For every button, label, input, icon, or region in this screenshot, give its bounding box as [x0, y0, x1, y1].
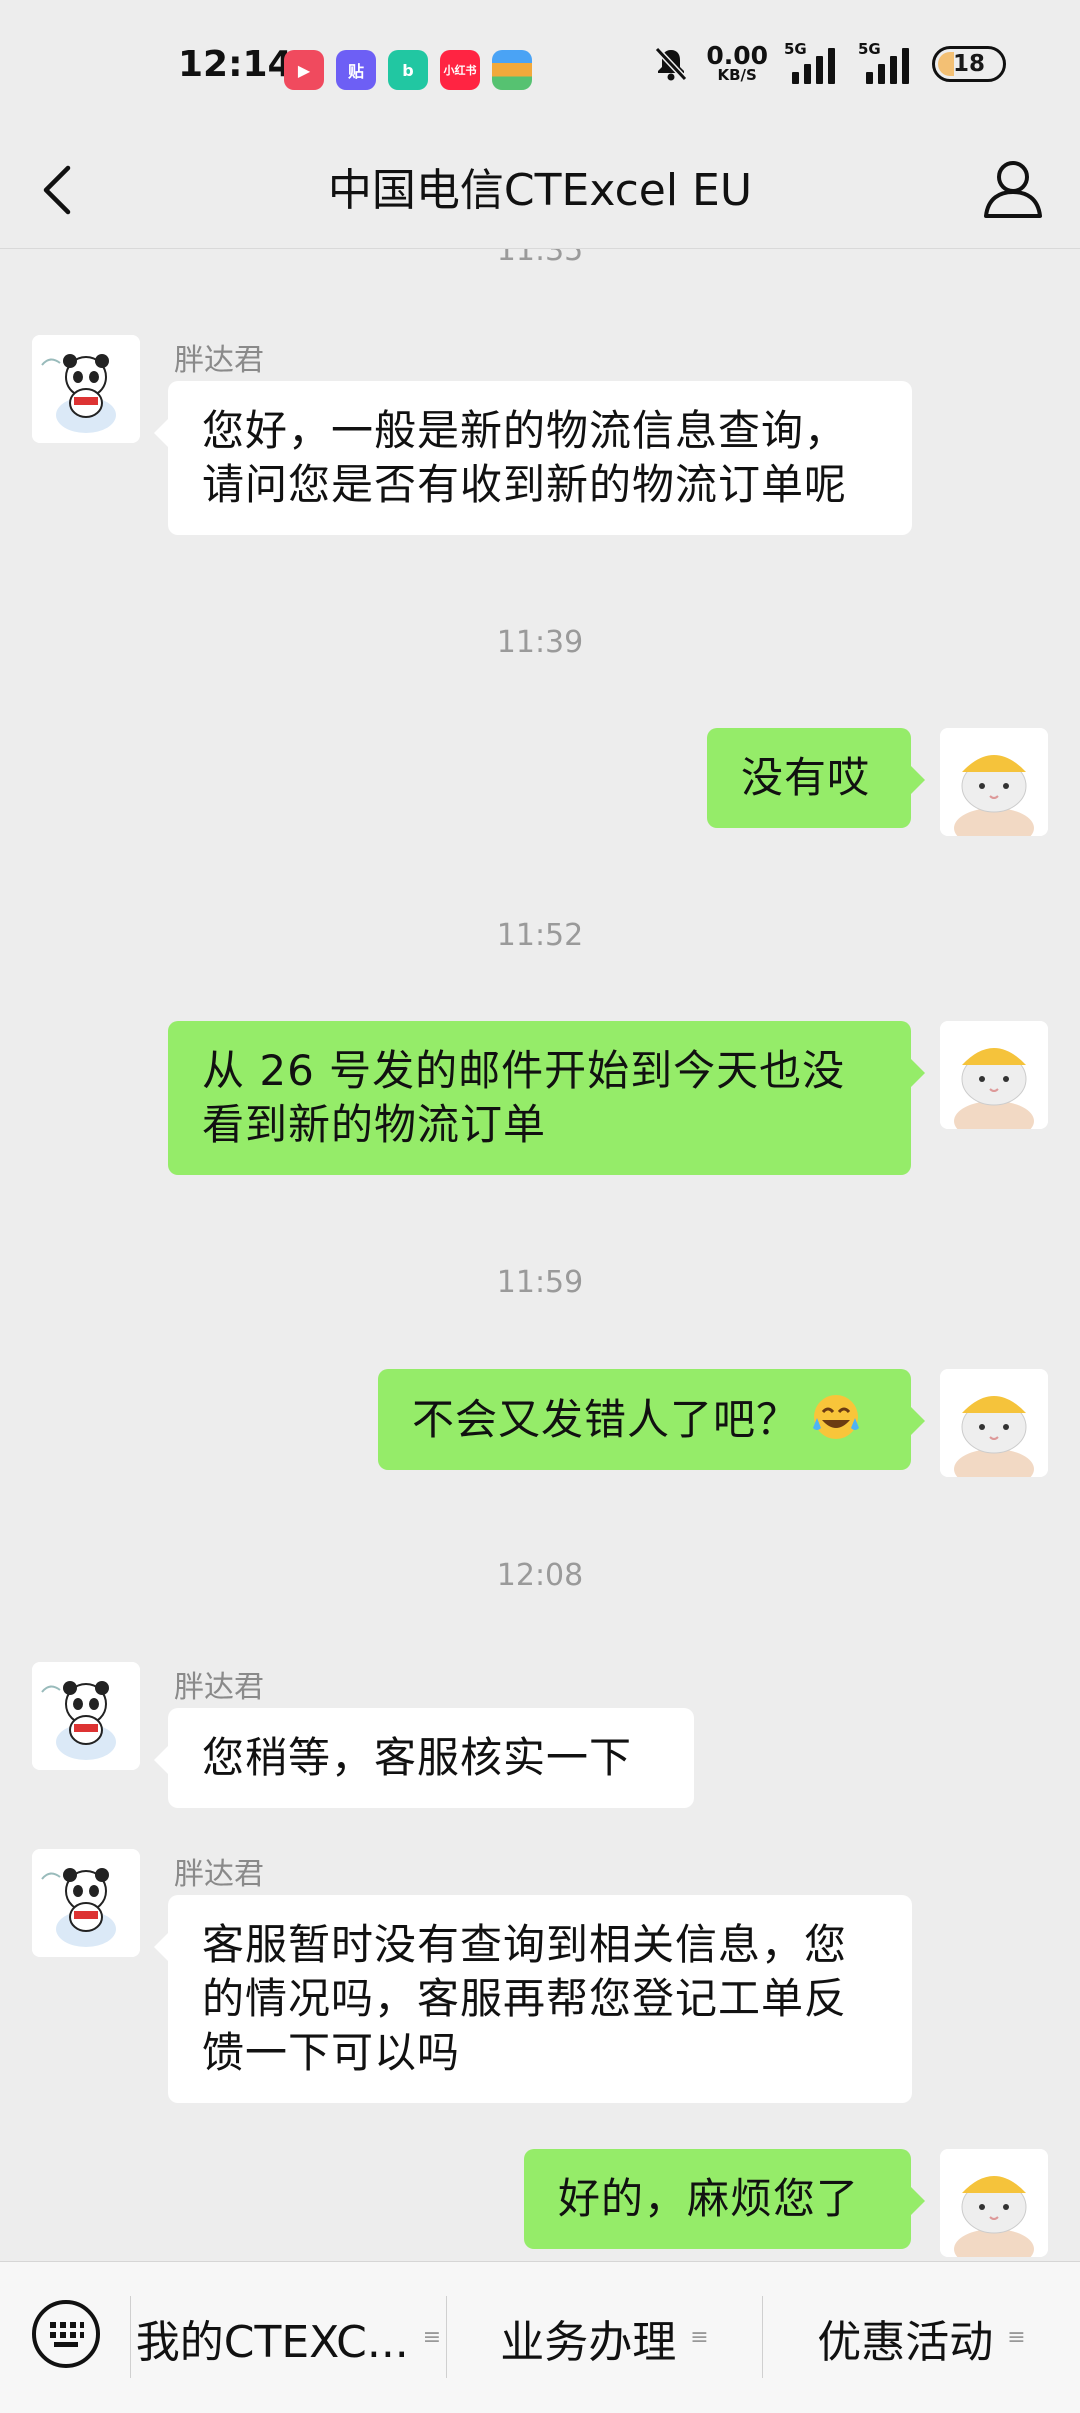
message-line: 馈一下可以吗: [202, 2028, 461, 2077]
cat-avatar[interactable]: [940, 2149, 1048, 2257]
message-line: 您好，一般是新的物流信息查询，: [202, 406, 848, 455]
panda-avatar[interactable]: [32, 335, 140, 443]
network-speed: 0.00 KB/S: [706, 43, 768, 83]
status-bar: 12:14 ▶ 贴 b 小红书 0.00 KB/S 5G 5G 18: [0, 0, 1080, 130]
chat-message-list[interactable]: 11:35 胖达君 您好，一般是新的物流信息查询， 请问您是否有收到新的物流订单…: [0, 249, 1080, 2261]
menu-item-promotions[interactable]: 优惠活动 ≡: [763, 2262, 1080, 2413]
message-line: 从 26 号发的邮件开始到今天也没: [202, 1046, 846, 1095]
cat-avatar[interactable]: [940, 728, 1048, 836]
chat-header: 中国电信CTExcel EU: [0, 130, 1080, 249]
menu-item-business[interactable]: 业务办理 ≡: [447, 2262, 762, 2413]
menu-item-label: 业务办理: [500, 2316, 677, 2368]
panda-avatar[interactable]: [32, 1662, 140, 1770]
message-line: 看到新的物流订单: [202, 1100, 547, 1149]
submenu-lines-icon: ≡: [422, 2325, 442, 2350]
message-bubble[interactable]: 客服暂时没有查询到相关信息，您 的情况吗，客服再帮您登记工单反 馈一下可以吗: [154, 1895, 912, 2103]
message-bubble[interactable]: 从 26 号发的邮件开始到今天也没 看到新的物流订单: [168, 1021, 925, 1175]
tieba-app-icon: 贴: [336, 50, 376, 90]
battery-level: 18: [952, 51, 985, 77]
timestamp: 11:39: [496, 625, 584, 660]
keyboard-toggle-icon[interactable]: [30, 2298, 102, 2370]
menu-item-my-ctexcel[interactable]: 我的CTEXC... ≡: [131, 2262, 446, 2413]
xiaohongshu-app-icon: 小红书: [440, 50, 480, 90]
signal-2-icon: 5G: [858, 40, 916, 84]
message-line: 请问您是否有收到新的物流订单呢: [202, 460, 848, 509]
status-app-icons: ▶ 贴 b 小红书: [284, 50, 532, 90]
chat-title: 中国电信CTExcel EU: [327, 165, 753, 216]
battery-icon: 18: [932, 46, 1006, 82]
laughing-crying-emoji-icon: [813, 1395, 860, 1439]
timestamp: 11:59: [496, 1265, 584, 1300]
message-bubble[interactable]: 好的，麻烦您了: [524, 2149, 925, 2249]
menu-item-label: 我的CTEXC...: [135, 2316, 409, 2368]
message-line: 客服暂时没有查询到相关信息，您: [202, 1920, 848, 1969]
timestamp: 11:35: [496, 249, 584, 268]
mute-bell-icon: [655, 46, 688, 82]
submenu-lines-icon: ≡: [1007, 2325, 1026, 2350]
menu-item-label: 优惠活动: [817, 2316, 994, 2368]
timestamp: 11:52: [496, 918, 584, 953]
sender-name: 胖达君: [174, 343, 264, 378]
video-app-icon: ▶: [284, 50, 324, 90]
message-line: 的情况吗，客服再帮您登记工单反: [202, 1974, 848, 2023]
service-menu-bar: 我的CTEXC... ≡ 业务办理 ≡ 优惠活动 ≡: [0, 2261, 1080, 2413]
message-bubble[interactable]: 不会又发错人了吧？: [378, 1369, 925, 1470]
cat-avatar[interactable]: [940, 1369, 1048, 1477]
cat-avatar[interactable]: [940, 1021, 1048, 1129]
submenu-lines-icon: ≡: [690, 2325, 709, 2350]
timestamp: 12:08: [496, 1558, 584, 1593]
panda-avatar[interactable]: [32, 1849, 140, 1957]
message-bubble[interactable]: 没有哎: [707, 728, 925, 828]
sender-name: 胖达君: [174, 1857, 264, 1892]
status-time: 12:14: [178, 44, 293, 85]
status-indicators: 0.00 KB/S 5G 5G 18: [652, 40, 1006, 84]
sender-name: 胖达君: [174, 1670, 264, 1705]
message-line: 好的，麻烦您了: [558, 2174, 860, 2223]
bilibili-app-icon: b: [388, 50, 428, 90]
message-line: 没有哎: [741, 753, 871, 802]
message-bubble[interactable]: 您好，一般是新的物流信息查询， 请问您是否有收到新的物流订单呢: [154, 381, 912, 535]
message-line: 您稍等，客服核实一下: [202, 1733, 633, 1782]
message-line: 不会又发错人了吧？: [412, 1395, 800, 1444]
signal-1-icon: 5G: [784, 40, 842, 84]
signal-2-label: 5G: [858, 40, 881, 58]
message-bubble[interactable]: 您稍等，客服核实一下: [154, 1708, 694, 1808]
profile-icon[interactable]: [978, 154, 1048, 224]
signal-1-label: 5G: [784, 40, 807, 58]
wallet-app-icon: [492, 50, 532, 90]
